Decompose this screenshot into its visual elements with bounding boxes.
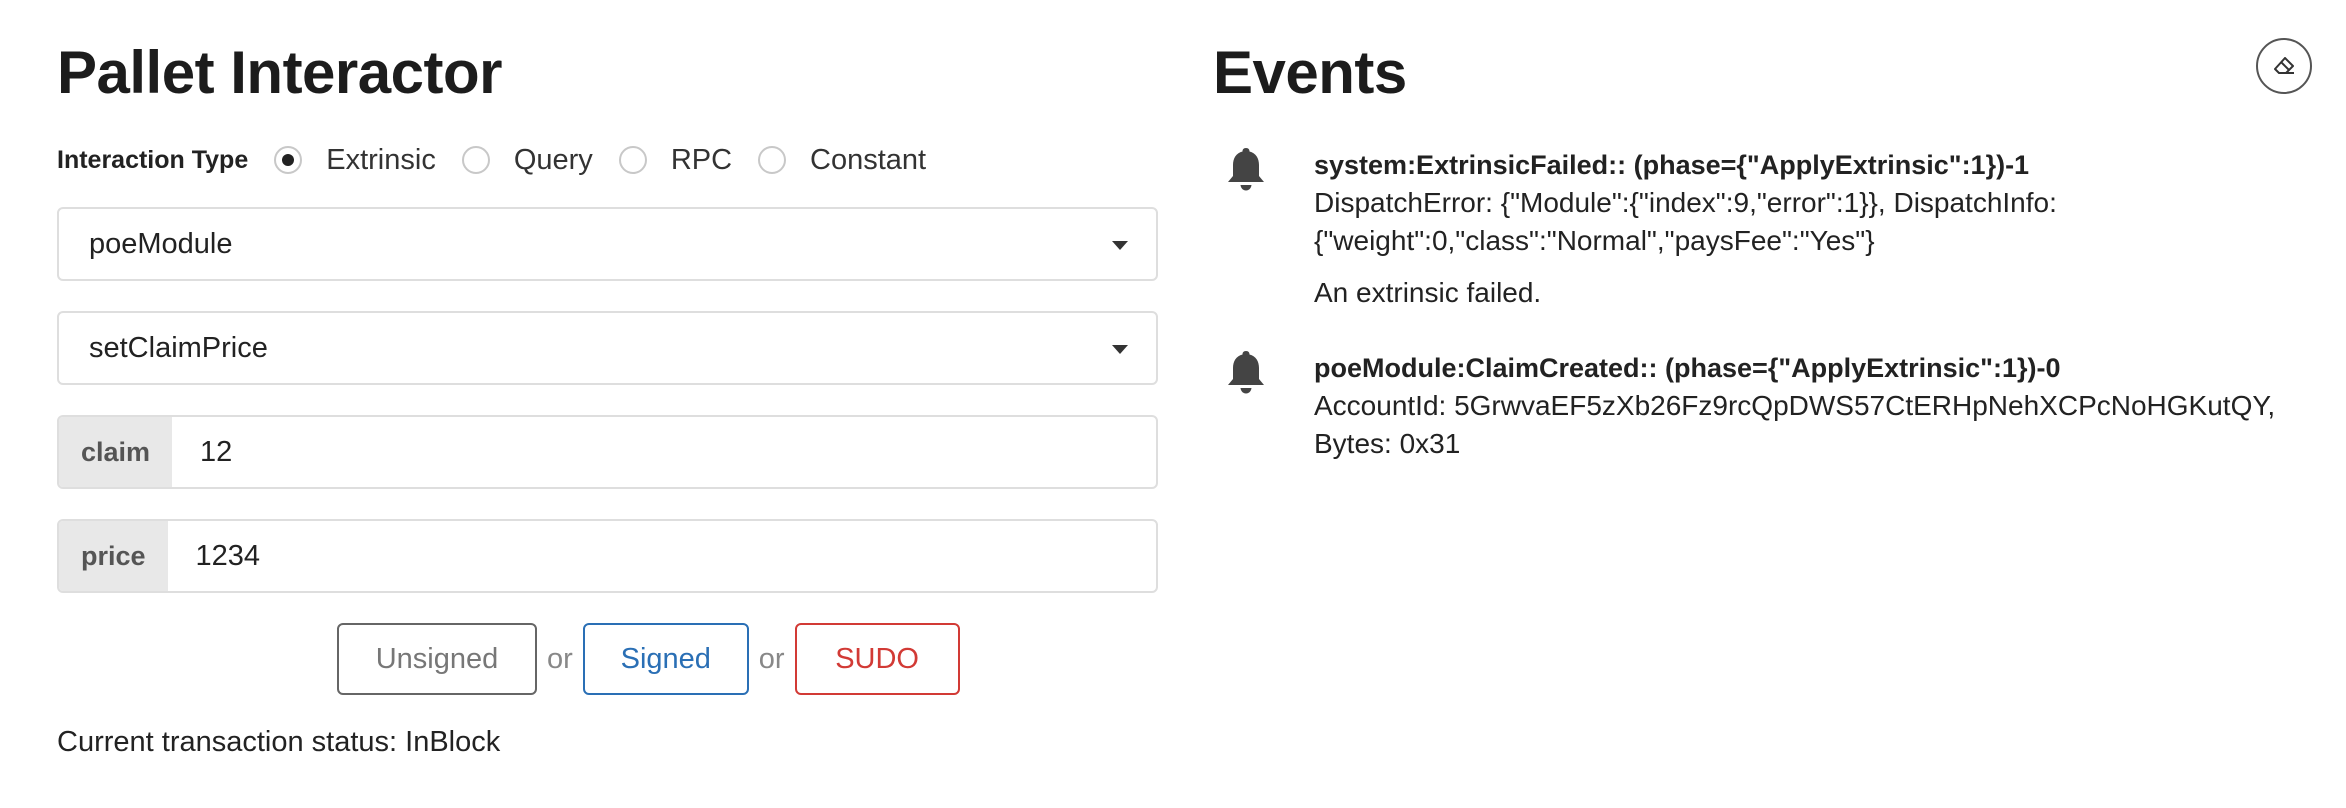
clear-events-button[interactable] xyxy=(2256,38,2312,94)
event-description: An extrinsic failed. xyxy=(1314,277,1542,308)
event-summary: system:ExtrinsicFailed:: (phase={"ApplyE… xyxy=(1314,150,2030,180)
radio-rpc[interactable]: RPC xyxy=(618,143,733,177)
page-title: Pallet Interactor xyxy=(57,39,503,106)
callable-select-value: setClaimPrice xyxy=(89,331,268,364)
or-separator: or xyxy=(547,642,573,675)
radio-label: Constant xyxy=(810,143,927,176)
radio-label: Extrinsic xyxy=(326,143,436,176)
radio-unchecked-icon[interactable] xyxy=(461,146,490,174)
pallet-select-value: poeModule xyxy=(89,227,233,260)
event-summary: poeModule:ClaimCreated:: (phase={"ApplyE… xyxy=(1314,353,2061,383)
interaction-type-group: Interaction Type Extrinsic Query RPC Con… xyxy=(57,140,952,180)
bell-icon xyxy=(1228,351,1264,394)
event-body: poeModule:ClaimCreated:: (phase={"ApplyE… xyxy=(1314,349,2334,463)
bell-icon xyxy=(1228,148,1264,191)
price-input-label: price xyxy=(59,521,168,591)
event-details-line: DispatchError: {"Module":{"index":9,"err… xyxy=(1314,187,2057,218)
radio-extrinsic[interactable]: Extrinsic xyxy=(274,144,436,177)
unsigned-button[interactable]: Unsigned xyxy=(337,623,537,695)
radio-constant[interactable]: Constant xyxy=(758,144,926,177)
or-separator: or xyxy=(758,642,785,675)
dropdown-caret-icon xyxy=(1112,345,1128,354)
pallet-select[interactable]: poeModule xyxy=(57,207,1158,281)
event-details-line: {"weight":0,"class":"Normal","paysFee":"… xyxy=(1314,225,1875,256)
claim-input-label: claim xyxy=(59,417,173,487)
price-input-group: price 1234 xyxy=(57,519,1158,593)
events-title: Events xyxy=(1213,39,1407,106)
radio-label: Query xyxy=(513,143,593,176)
signed-button[interactable]: Signed xyxy=(582,623,749,695)
claim-input-group: claim 12 xyxy=(57,415,1158,489)
interaction-type-label: Interaction Type xyxy=(57,145,249,174)
event-body: system:ExtrinsicFailed:: (phase={"ApplyE… xyxy=(1314,146,2334,312)
dropdown-caret-icon xyxy=(1112,241,1128,250)
radio-checked-icon[interactable] xyxy=(274,146,303,174)
event-details-line: AccountId: 5GrwvaEF5zXb26Fz9rcQpDWS57CtE… xyxy=(1314,390,2276,421)
submit-button-group: Unsigned or Signed or SUDO xyxy=(337,623,960,695)
sudo-button[interactable]: SUDO xyxy=(794,623,960,695)
callable-select[interactable]: setClaimPrice xyxy=(57,311,1158,385)
radio-query[interactable]: Query xyxy=(461,143,593,177)
claim-input[interactable]: 12 xyxy=(172,417,1156,487)
event-details-line: Bytes: 0x31 xyxy=(1314,428,1461,459)
price-input[interactable]: 1234 xyxy=(168,521,1156,591)
radio-label: RPC xyxy=(670,143,733,176)
transaction-status: Current transaction status: InBlock xyxy=(57,726,501,758)
radio-unchecked-icon[interactable] xyxy=(758,146,787,174)
page: Pallet Interactor Interaction Type Extri… xyxy=(0,0,2346,808)
eraser-icon xyxy=(2274,57,2294,74)
radio-unchecked-icon[interactable] xyxy=(618,146,647,174)
